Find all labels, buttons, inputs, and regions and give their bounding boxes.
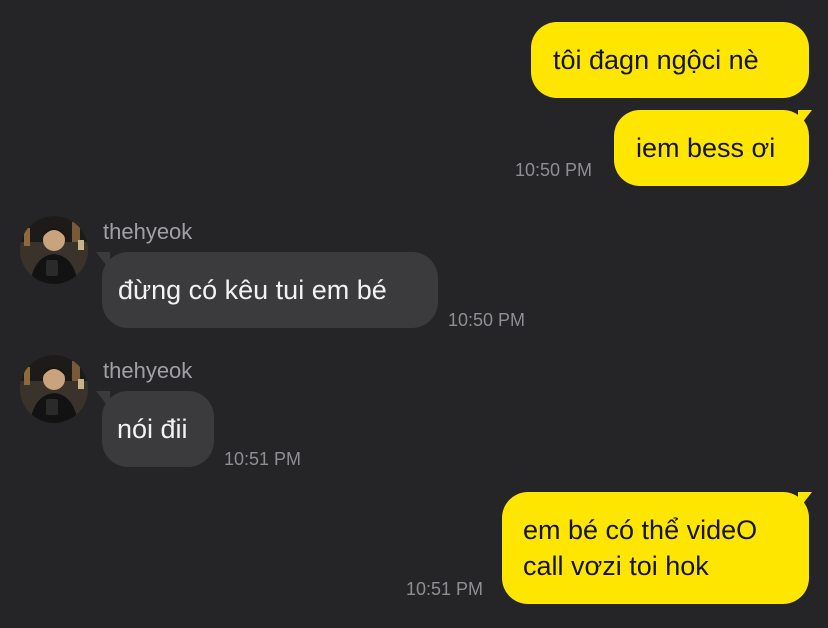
bubble-tail bbox=[798, 110, 812, 128]
message-bubble[interactable]: đừng có kêu tui em bé bbox=[102, 252, 438, 328]
profile-photo bbox=[20, 216, 88, 284]
message-timestamp: 10:50 PM bbox=[515, 160, 593, 180]
avatar[interactable] bbox=[20, 216, 88, 284]
message-text: đừng có kêu tui em bé bbox=[118, 275, 387, 305]
message-timestamp: 10:51 PM bbox=[406, 579, 484, 599]
message-bubble[interactable]: nói đii bbox=[102, 391, 214, 467]
message-text-line: call vơzi toi hok bbox=[523, 551, 709, 581]
message-text-line: em bé có thể videO bbox=[523, 515, 758, 545]
profile-photo bbox=[20, 355, 88, 423]
avatar[interactable] bbox=[20, 355, 88, 423]
message-text: iem bess ơi bbox=[636, 133, 776, 163]
message-timestamp: 10:51 PM bbox=[224, 449, 302, 469]
message-text: nói đii bbox=[117, 414, 188, 444]
message-text: tôi đagn ngộci nè bbox=[553, 45, 759, 75]
sender-name: thehyeok bbox=[103, 219, 193, 244]
message-bubble[interactable]: tôi đagn ngộci nè bbox=[531, 22, 809, 98]
message-bubble[interactable]: iem bess ơi bbox=[614, 110, 809, 186]
message-timestamp: 10:50 PM bbox=[448, 310, 526, 330]
bubble-tail bbox=[798, 492, 812, 510]
sender-name: thehyeok bbox=[103, 358, 193, 383]
message-bubble[interactable]: em bé có thể videO call vơzi toi hok bbox=[502, 492, 809, 604]
